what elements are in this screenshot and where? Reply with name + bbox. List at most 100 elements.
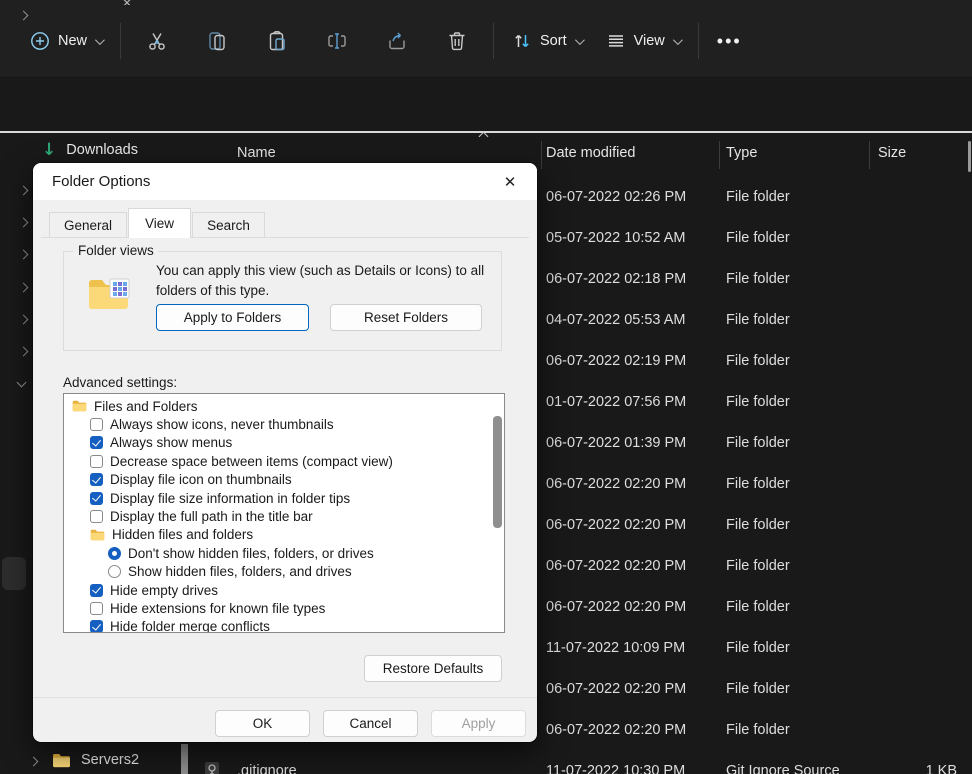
checkbox[interactable] — [90, 601, 103, 615]
advanced-setting-label: Display file icon on thumbnails — [110, 472, 292, 488]
advanced-setting-item[interactable]: Display file icon on thumbnails — [64, 471, 504, 489]
close-icon[interactable]: ✕ — [491, 166, 529, 197]
table-row[interactable]: .gitignore 11-07-2022 10:30 PM Git Ignore … — [0, 752, 972, 774]
advanced-setting-item[interactable]: Don't show hidden files, folders, or dri… — [64, 544, 504, 562]
column-header-type[interactable]: Type — [726, 145, 757, 161]
column-separator[interactable] — [869, 141, 870, 169]
ok-button[interactable]: OK — [215, 710, 310, 737]
cut-icon — [145, 29, 169, 53]
checkbox[interactable] — [90, 454, 103, 468]
checkbox[interactable] — [90, 473, 103, 487]
checkbox[interactable] — [90, 583, 103, 597]
checkbox[interactable] — [90, 491, 103, 505]
file-type: File folder — [726, 722, 790, 738]
advanced-setting-item[interactable]: Display file size information in folder … — [64, 489, 504, 507]
delete-icon — [445, 29, 469, 53]
file-type: File folder — [726, 476, 790, 492]
column-header-size[interactable]: Size — [878, 145, 906, 161]
toolbar-divider — [493, 23, 495, 59]
column-separator[interactable] — [541, 141, 542, 169]
paste-button[interactable] — [254, 21, 300, 61]
folder-icon — [72, 400, 87, 412]
dialog-footer-separator — [33, 697, 537, 698]
chevron-down-icon — [94, 34, 105, 45]
advanced-setting-item[interactable]: Display the full path in the title bar — [64, 507, 504, 525]
apply-to-folders-button[interactable]: Apply to Folders — [156, 304, 309, 331]
advanced-setting-label: Display the full path in the title bar — [110, 509, 313, 525]
file-date-modified: 06-07-2022 01:39 PM — [546, 435, 687, 451]
dialog-titlebar[interactable]: Folder Options ✕ — [33, 163, 537, 200]
rename-button[interactable] — [314, 21, 360, 61]
folder-views-legend: Folder views — [73, 243, 159, 258]
checkbox[interactable] — [90, 620, 103, 632]
file-date-modified: 06-07-2022 02:20 PM — [546, 722, 687, 738]
file-type: File folder — [726, 312, 790, 328]
sort-button-label: Sort — [540, 33, 567, 49]
apply-button[interactable]: Apply — [431, 710, 526, 737]
advanced-setting-item[interactable]: Hide empty drives — [64, 581, 504, 599]
more-options-button[interactable]: ••• — [705, 23, 754, 60]
chevron-down-icon — [672, 34, 683, 45]
column-separator[interactable] — [719, 141, 720, 169]
command-bar: ✕ New — [0, 0, 972, 77]
folder-icon — [90, 529, 105, 541]
delete-button[interactable] — [434, 21, 480, 61]
advanced-setting-label: Files and Folders — [94, 398, 198, 414]
radio-button[interactable] — [108, 546, 121, 560]
sidebar-item-label: Downloads — [66, 142, 138, 158]
sidebar-splitter[interactable] — [181, 744, 188, 774]
file-date-modified: 11-07-2022 10:09 PM — [546, 640, 686, 656]
file-type: File folder — [726, 640, 790, 656]
plus-circle-icon — [30, 31, 50, 51]
file-type: File folder — [726, 271, 790, 287]
restore-defaults-button[interactable]: Restore Defaults — [364, 655, 502, 682]
file-date-modified: 01-07-2022 07:56 PM — [546, 394, 687, 410]
advanced-setting-label: Decrease space between items (compact vi… — [110, 453, 393, 469]
advanced-setting-item[interactable]: Decrease space between items (compact vi… — [64, 452, 504, 470]
folder-icon — [52, 753, 71, 768]
new-button[interactable]: New — [18, 23, 114, 59]
advanced-setting-item[interactable]: Hide folder merge conflicts — [64, 618, 504, 633]
gitignore-file-icon — [203, 761, 223, 774]
sort-ascending-caret-icon — [478, 131, 490, 142]
list-scrollbar-thumb[interactable] — [493, 416, 502, 528]
file-name: .gitignore — [237, 763, 297, 774]
cut-button[interactable] — [134, 21, 180, 61]
advanced-setting-item[interactable]: Always show menus — [64, 434, 504, 452]
toolbar-divider — [120, 23, 122, 59]
checkbox[interactable] — [90, 418, 103, 432]
cancel-button[interactable]: Cancel — [323, 710, 418, 737]
checkbox[interactable] — [90, 436, 103, 450]
column-header-date[interactable]: Date modified — [546, 145, 635, 161]
file-date-modified: 06-07-2022 02:19 PM — [546, 353, 687, 369]
sort-button[interactable]: Sort — [500, 23, 594, 59]
copy-button[interactable] — [194, 21, 240, 61]
tab-search[interactable]: Search — [192, 212, 265, 238]
view-button[interactable]: View — [594, 23, 692, 59]
sidebar-scrollbar-thumb[interactable] — [2, 557, 26, 590]
radio-button[interactable] — [108, 565, 121, 579]
sidebar-item-servers2[interactable]: Servers2 — [52, 752, 139, 768]
advanced-setting-item[interactable]: Always show icons, never thumbnails — [64, 415, 504, 433]
view-lines-icon — [606, 31, 626, 51]
advanced-setting-label: Hide folder merge conflicts — [110, 619, 270, 633]
paste-icon — [265, 29, 289, 53]
vertical-scrollbar-thumb[interactable] — [968, 141, 971, 172]
checkbox[interactable] — [90, 510, 103, 524]
tab-general[interactable]: General — [49, 212, 128, 238]
sidebar-item-downloads[interactable]: ↓ Downloads — [42, 140, 138, 160]
share-button[interactable] — [374, 21, 420, 61]
advanced-setting-item[interactable]: Show hidden files, folders, and drives — [64, 563, 504, 581]
advanced-setting-item[interactable]: Files and Folders — [64, 397, 504, 415]
column-header-name[interactable]: Name — [237, 145, 276, 161]
folder-options-dialog: Folder Options ✕ General View Search Fol… — [33, 163, 537, 742]
file-type: File folder — [726, 435, 790, 451]
advanced-setting-label: Show hidden files, folders, and drives — [128, 564, 352, 580]
file-type: File folder — [726, 394, 790, 410]
share-icon — [385, 29, 409, 53]
file-date-modified: 06-07-2022 02:20 PM — [546, 517, 687, 533]
advanced-setting-item[interactable]: Hidden files and folders — [64, 526, 504, 544]
reset-folders-button[interactable]: Reset Folders — [330, 304, 482, 331]
tab-view[interactable]: View — [128, 208, 192, 238]
advanced-setting-item[interactable]: Hide extensions for known file types — [64, 599, 504, 617]
